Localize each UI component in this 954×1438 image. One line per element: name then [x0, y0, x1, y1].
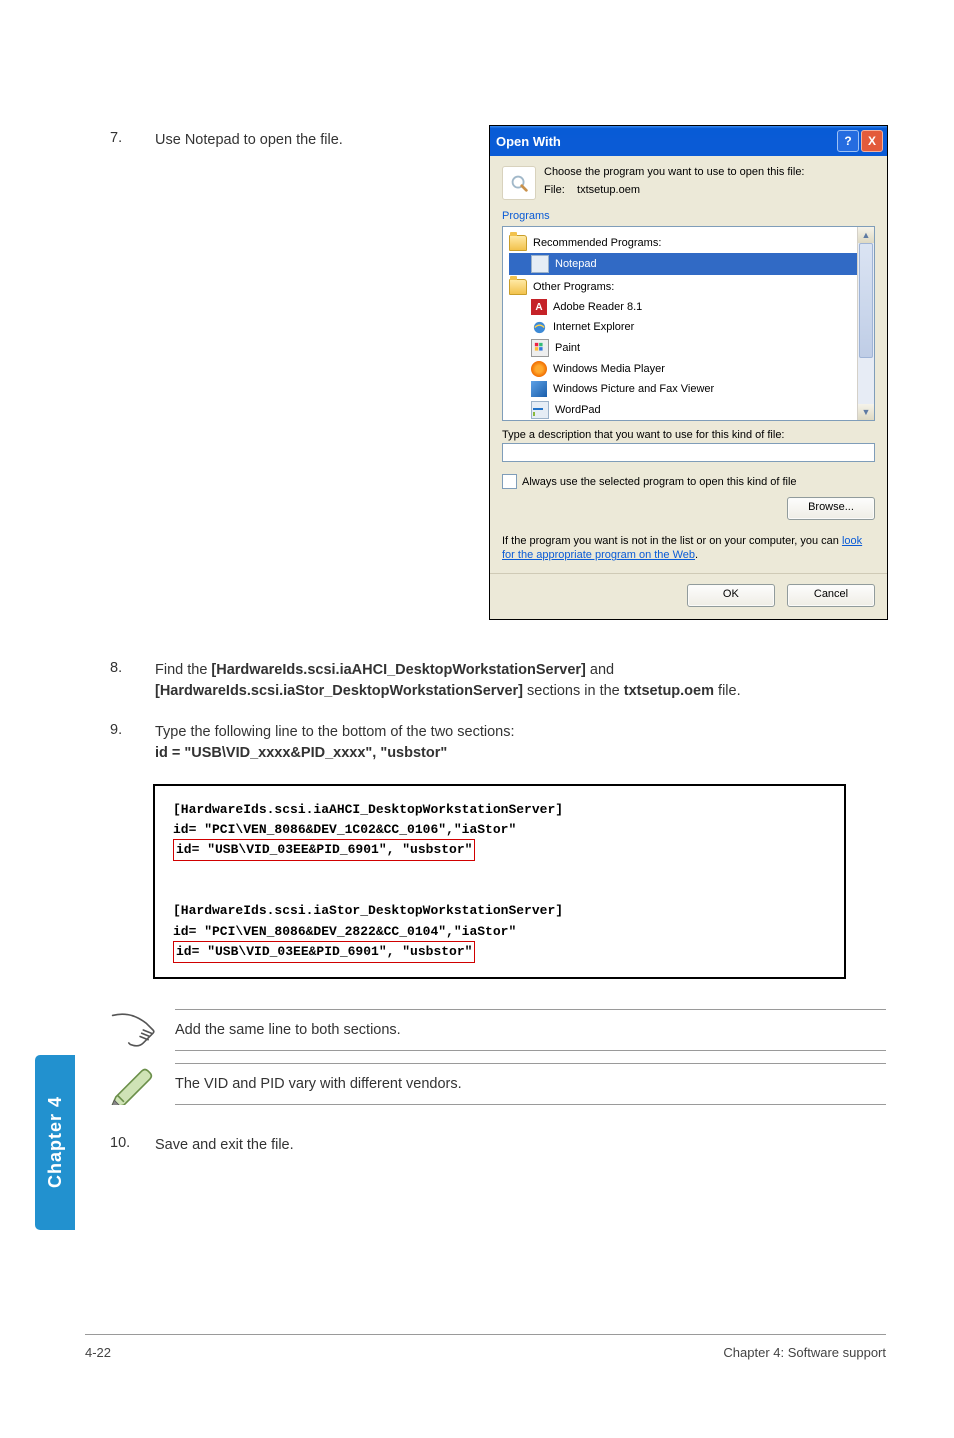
- step-7-text: Use Notepad to open the file.: [145, 130, 489, 151]
- page-footer: 4-22 Chapter 4: Software support: [85, 1334, 886, 1360]
- ok-button[interactable]: OK: [687, 584, 775, 607]
- program-internet-explorer[interactable]: Internet Explorer: [509, 317, 872, 337]
- notepad-icon: [531, 255, 549, 273]
- step-9-number: 9.: [85, 722, 145, 738]
- page-number: 4-22: [85, 1345, 111, 1360]
- note-2-text: The VID and PID vary with different vend…: [175, 1063, 886, 1105]
- program-listbox[interactable]: Recommended Programs: Notepad Other Prog…: [502, 226, 875, 421]
- chapter-side-tab: Chapter 4: [35, 1055, 75, 1230]
- wmp-icon: [531, 361, 547, 377]
- folder-icon: [509, 279, 527, 295]
- recommended-label: Recommended Programs:: [533, 237, 661, 249]
- scroll-thumb[interactable]: [859, 243, 873, 358]
- dialog-title: Open With: [496, 134, 561, 149]
- folder-icon: [509, 235, 527, 251]
- recommended-folder[interactable]: Recommended Programs:: [509, 233, 872, 253]
- file-name: txtsetup.oem: [577, 184, 640, 196]
- step-8-number: 8.: [85, 660, 145, 676]
- step-10-number: 10.: [85, 1135, 145, 1151]
- step-9-text: Type the following line to the bottom of…: [145, 722, 886, 764]
- other-programs-folder[interactable]: Other Programs:: [509, 277, 872, 297]
- listbox-scrollbar[interactable]: ▲ ▼: [857, 227, 874, 420]
- browse-button[interactable]: Browse...: [787, 497, 875, 520]
- program-adobe-reader[interactable]: A Adobe Reader 8.1: [509, 297, 872, 317]
- step-8-text: Find the [HardwareIds.scsi.iaAHCI_Deskto…: [145, 660, 886, 702]
- description-label: Type a description that you want to use …: [502, 429, 875, 441]
- chapter-side-label: Chapter 4: [45, 1096, 66, 1188]
- file-icon: [502, 166, 536, 200]
- highlighted-line-1: id= "USB\VID_03EE&PID_6901", "usbstor": [173, 839, 475, 861]
- code-block: [HardwareIds.scsi.iaAHCI_DesktopWorkstat…: [153, 784, 846, 979]
- close-button[interactable]: X: [861, 130, 883, 152]
- program-wmp[interactable]: Windows Media Player: [509, 359, 872, 379]
- program-paint[interactable]: Paint: [509, 337, 872, 359]
- scroll-up-icon[interactable]: ▲: [858, 227, 874, 243]
- choose-label: Choose the program you want to use to op…: [544, 166, 875, 178]
- highlighted-line-2: id= "USB\VID_03EE&PID_6901", "usbstor": [173, 941, 475, 963]
- program-notepad[interactable]: Notepad: [509, 253, 872, 275]
- programs-tab-label: Programs: [502, 210, 875, 222]
- other-label: Other Programs:: [533, 281, 614, 293]
- description-input[interactable]: [502, 443, 875, 462]
- dialog-titlebar: Open With ? X: [490, 126, 887, 156]
- always-use-label: Always use the selected program to open …: [522, 476, 797, 488]
- adobe-icon: A: [531, 299, 547, 315]
- chapter-label: Chapter 4: Software support: [723, 1345, 886, 1360]
- help-button[interactable]: ?: [837, 130, 859, 152]
- step-7-number: 7.: [85, 130, 145, 146]
- web-help-text: If the program you want is not in the li…: [502, 534, 875, 563]
- wordpad-icon: [531, 401, 549, 419]
- scroll-down-icon[interactable]: ▼: [858, 404, 874, 420]
- program-wordpad[interactable]: WordPad: [509, 399, 872, 421]
- picture-viewer-icon: [531, 381, 547, 397]
- cancel-button[interactable]: Cancel: [787, 584, 875, 607]
- always-use-checkbox[interactable]: [502, 474, 517, 489]
- open-with-dialog: Open With ? X Choose the program you wan…: [489, 125, 888, 620]
- program-wpfv[interactable]: Windows Picture and Fax Viewer: [509, 379, 872, 399]
- pointing-hand-icon: [89, 1009, 175, 1051]
- ie-icon: [531, 319, 547, 335]
- file-label: File:: [544, 184, 565, 196]
- note-1-text: Add the same line to both sections.: [175, 1009, 886, 1051]
- pencil-icon: [89, 1063, 175, 1105]
- paint-icon: [531, 339, 549, 357]
- step-10-text: Save and exit the file.: [145, 1135, 886, 1156]
